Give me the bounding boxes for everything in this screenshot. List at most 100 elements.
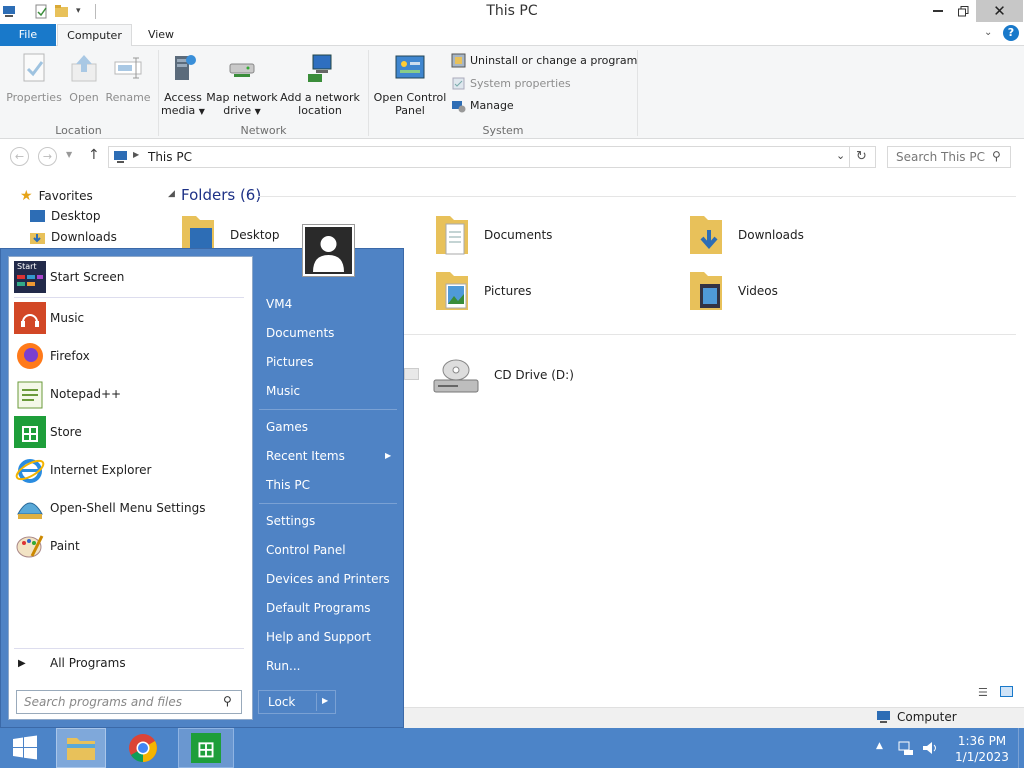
start-link-documents[interactable]: Documents	[266, 326, 334, 340]
start-link-games[interactable]: Games	[266, 420, 308, 434]
taskbar-file-explorer[interactable]	[56, 728, 106, 768]
forward-button[interactable]: →	[38, 147, 57, 166]
divider	[316, 693, 317, 711]
properties-icon	[23, 53, 45, 82]
drive-cd[interactable]: CD Drive (D:)	[432, 352, 574, 398]
control-panel-icon	[395, 55, 425, 79]
tab-computer[interactable]: Computer	[57, 24, 132, 47]
folder-videos[interactable]: Videos	[688, 268, 778, 314]
search-icon: ⚲	[992, 149, 1001, 163]
address-bar[interactable]: ▶ This PC ⌄	[108, 146, 850, 168]
taskbar-chrome[interactable]	[118, 728, 168, 768]
user-icon	[305, 227, 352, 274]
taskbar-store[interactable]	[178, 728, 234, 768]
program-music[interactable]: Music	[14, 300, 250, 336]
collapse-icon[interactable]: ◢	[168, 189, 175, 199]
close-button[interactable]: ✕	[976, 0, 1023, 22]
properties-button[interactable]: Properties	[5, 52, 63, 104]
tab-file[interactable]: File	[0, 24, 56, 46]
music-icon	[14, 302, 46, 334]
shutdown-options-arrow-icon[interactable]: ▶	[322, 696, 328, 705]
expand-arrow-icon: ▶	[18, 657, 26, 669]
restore-button[interactable]	[950, 0, 976, 22]
folder-documents[interactable]: Documents	[434, 212, 552, 258]
start-link-this-pc[interactable]: This PC	[266, 478, 310, 492]
map-network-drive-label-2: drive	[223, 104, 252, 117]
downloads-folder-icon	[30, 232, 45, 244]
ribbon-collapse-icon[interactable]: ⌄	[984, 27, 992, 38]
program-label: Start Screen	[50, 270, 125, 284]
address-dropdown-icon[interactable]: ⌄	[836, 149, 845, 162]
start-link-control-panel[interactable]: Control Panel	[266, 543, 346, 557]
access-media-button[interactable]: Access media ▼	[160, 52, 206, 118]
program-start-screen[interactable]: Start Start Screen	[14, 259, 250, 295]
start-link-run[interactable]: Run...	[266, 659, 300, 673]
program-paint[interactable]: Paint	[14, 528, 250, 564]
folders-header[interactable]: Folders (6)	[181, 186, 261, 204]
user-avatar[interactable]	[302, 224, 355, 277]
group-label-network: Network	[240, 124, 287, 137]
program-store[interactable]: Store	[14, 414, 250, 450]
start-link-devices-printers[interactable]: Devices and Printers	[266, 572, 390, 586]
program-internet-explorer[interactable]: Internet Explorer	[14, 452, 250, 488]
start-search-input[interactable]: Search programs and files ⚲	[16, 690, 242, 714]
open-shell-icon	[17, 502, 43, 519]
group-label-location: Location	[55, 124, 102, 137]
star-icon: ★	[20, 188, 33, 204]
clock-time: 1:36 PM	[957, 734, 1007, 748]
nav-item-desktop[interactable]: Desktop	[30, 209, 101, 223]
tab-view[interactable]: View	[135, 24, 187, 47]
open-button[interactable]: Open	[65, 52, 103, 104]
nav-item-downloads[interactable]: Downloads	[30, 230, 117, 244]
start-button[interactable]	[0, 728, 50, 768]
rename-button[interactable]: Rename	[104, 52, 152, 104]
clock-date: 1/1/2023	[955, 750, 1009, 764]
manage-label: Manage	[470, 99, 514, 112]
start-link-pictures[interactable]: Pictures	[266, 355, 314, 369]
minimize-icon	[933, 10, 943, 12]
start-link-music[interactable]: Music	[266, 384, 300, 398]
start-link-help-support[interactable]: Help and Support	[266, 630, 371, 644]
system-properties-icon	[452, 77, 465, 90]
program-label: Firefox	[50, 349, 90, 363]
taskbar-clock[interactable]: 1:36 PM 1/1/2023	[950, 733, 1014, 765]
program-open-shell-settings[interactable]: Open-Shell Menu Settings	[14, 490, 250, 526]
refresh-button[interactable]: ↻	[850, 146, 876, 168]
minimize-button[interactable]	[925, 0, 951, 22]
start-link-recent-items[interactable]: Recent Items	[266, 449, 345, 463]
uninstall-program-button[interactable]: Uninstall or change a program	[451, 53, 637, 68]
recent-locations-icon[interactable]: ▼	[66, 150, 72, 159]
uninstall-icon	[451, 53, 466, 68]
manage-button[interactable]: Manage	[451, 98, 514, 113]
show-hidden-icons-icon[interactable]: ▲	[876, 741, 883, 751]
system-properties-button[interactable]: System properties	[451, 76, 571, 91]
add-network-location-button[interactable]: Add a network location	[280, 52, 360, 117]
start-link-user[interactable]: VM4	[266, 297, 292, 311]
help-icon[interactable]: ?	[1003, 25, 1019, 41]
all-programs-button[interactable]: ▶ All Programs	[14, 645, 250, 681]
start-link-settings[interactable]: Settings	[266, 514, 315, 528]
details-view-icon[interactable]: ☰	[978, 686, 988, 699]
properties-label: Properties	[6, 91, 62, 104]
open-control-panel-button[interactable]: Open Control Panel	[372, 52, 448, 117]
start-search-placeholder: Search programs and files	[24, 695, 182, 709]
volume-icon[interactable]	[921, 740, 939, 756]
search-input[interactable]: Search This PC ⚲	[887, 146, 1011, 168]
breadcrumb: This PC	[148, 150, 192, 164]
network-icon[interactable]	[898, 740, 914, 756]
up-button[interactable]: ↑	[88, 147, 100, 163]
program-notepad-plus-plus[interactable]: Notepad++	[14, 376, 250, 412]
folder-pictures[interactable]: Pictures	[434, 268, 532, 314]
firefox-icon	[17, 343, 43, 369]
show-desktop-button[interactable]	[1018, 728, 1024, 768]
lock-button[interactable]: Lock ▶	[258, 690, 336, 714]
large-icons-view-icon[interactable]	[1000, 686, 1013, 697]
nav-item-favorites[interactable]: ★ Favorites	[20, 188, 93, 204]
start-link-default-programs[interactable]: Default Programs	[266, 601, 371, 615]
map-network-drive-button[interactable]: Map network drive ▼	[206, 52, 278, 118]
back-button[interactable]: ←	[10, 147, 29, 166]
status-computer: Computer	[876, 710, 957, 724]
videos-folder-icon	[690, 272, 722, 310]
folder-downloads[interactable]: Downloads	[688, 212, 804, 258]
program-firefox[interactable]: Firefox	[14, 338, 250, 374]
